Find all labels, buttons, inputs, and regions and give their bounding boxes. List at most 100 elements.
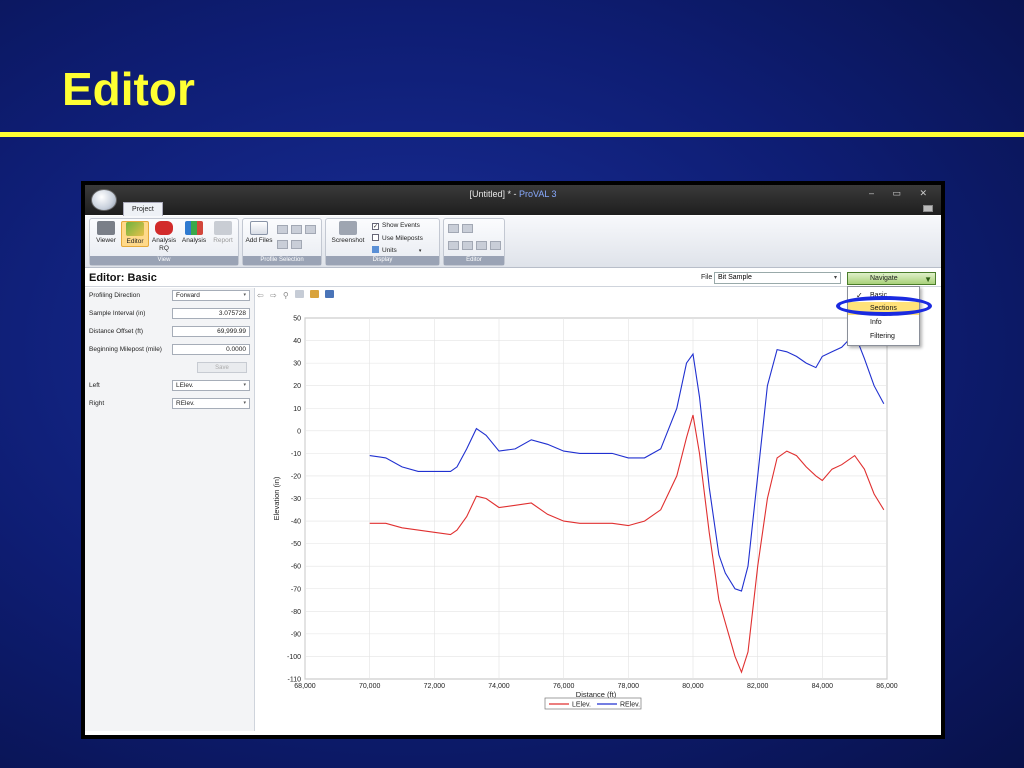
sample-interval-row: Sample Interval (in) 3.075728 [89,308,251,319]
file-select[interactable]: Bit Sample ▾ [714,272,841,284]
slide-title: Editor [62,63,195,115]
y-tick-label: -30 [291,496,301,503]
screenshot-button[interactable]: Screenshot [330,221,366,245]
menu-item-filtering-label: Filtering [870,333,895,340]
ruler-icon [372,246,379,253]
menu-item-info[interactable]: Info [848,316,919,329]
align-center-icon[interactable] [291,225,302,234]
legend-label: RElev. [620,702,640,709]
report-icon [214,221,232,235]
editor-tool-4-icon[interactable] [462,241,473,250]
right-channel-row: Right RElev. ▾ [89,398,251,409]
window-title-prefix: [Untitled] * - [469,189,519,199]
save-button[interactable]: Save [197,362,247,373]
y-tick-label: 50 [293,316,301,323]
editor-header: Editor: Basic File Bit Sample ▾ Navigate… [85,269,941,287]
x-tick-label: 84,000 [812,683,834,690]
editor-tool-1-icon[interactable] [448,224,459,233]
sample-interval-input[interactable]: 3.075728 [172,308,250,319]
app-screenshot-frame: [Untitled] * - ProVAL 3 – ▭ ✕ Project Vi… [81,181,945,739]
proval-window: [Untitled] * - ProVAL 3 – ▭ ✕ Project Vi… [85,185,941,735]
y-tick-label: 10 [293,406,301,413]
use-mileposts-label: Use Mileposts [382,235,423,242]
x-tick-label: 68,000 [294,683,316,690]
navigate-dropdown[interactable]: Navigate ▼ [847,272,936,285]
elevation-chart[interactable]: 50 40 30 20 10 0 -10 -20 -30 -40 -50 -60 -70 -80 -90 -1… [255,288,935,731]
right-channel-select[interactable]: RElev. ▾ [172,398,250,409]
y-axis-label: Elevation (in) [272,476,281,520]
screenshot-label: Screenshot [331,237,365,244]
viewer-button[interactable]: Viewer [92,221,120,245]
y-tick-label: -10 [291,451,301,458]
editor-tool-5-icon[interactable] [476,241,487,250]
right-channel-chevron-icon: ▾ [243,400,246,406]
analysis-rq-button[interactable]: Analysis RQ [150,221,178,253]
left-channel-chevron-icon: ▾ [243,382,246,388]
y-tick-label: -100 [287,654,301,661]
editor-tool-6-icon[interactable] [490,241,501,250]
use-mileposts-checkbox[interactable]: Use Mileposts [372,234,423,242]
x-tick-label: 70,000 [359,683,381,690]
x-tick-label: 82,000 [747,683,769,690]
profiling-direction-select[interactable]: Forward ▾ [172,290,250,301]
menu-item-filtering[interactable]: Filtering [848,330,919,343]
x-tick-label: 80,000 [682,683,704,690]
distance-offset-input[interactable]: 69,999.99 [172,326,250,337]
window-titlebar: [Untitled] * - ProVAL 3 – ▭ ✕ Project [85,185,941,216]
eraser-icon[interactable] [291,240,302,249]
y-tick-label: 40 [293,338,301,345]
beginning-milepost-row: Beginning Milepost (mile) 0.0000 [89,344,251,355]
units-dropdown[interactable]: Units ▾ [372,246,421,254]
plot-area: ⇦ ⇨ ⚲ 50 40 30 20 10 0 -10 -20 -30 -40 -50 -60 -70 -8… [255,288,935,731]
profile-selection-group-label: Profile Selection [243,256,321,265]
file-select-value: Bit Sample [718,274,752,281]
window-controls[interactable]: – ▭ ✕ [869,188,935,199]
analysis-label: Analysis [181,237,207,244]
x-tick-label: 72,000 [424,683,446,690]
right-channel-value: RElev. [176,400,195,407]
window-app-name: ProVAL 3 [519,189,557,199]
ribbon-minimize-icon[interactable] [923,205,933,212]
car-gray-icon [97,221,115,235]
distance-offset-label: Distance Offset (ft) [89,328,144,335]
profiling-direction-value: Forward [176,292,200,299]
select-box-icon[interactable] [277,240,288,249]
show-events-label: Show Events [382,222,420,229]
editor-button[interactable]: Editor [121,221,149,247]
editor-tool-3-icon[interactable] [448,241,459,250]
ribbon-group-editor: Editor [443,218,505,266]
align-right-icon[interactable] [305,225,316,234]
menu-item-info-label: Info [870,319,882,326]
analysis-button[interactable]: Analysis [180,221,208,245]
profiling-direction-chevron-icon: ▾ [243,292,246,298]
add-file-icon [250,221,268,235]
ribbon-group-display: Screenshot ✓ Show Events Use Mileposts Un… [325,218,440,266]
left-channel-label: Left [89,382,100,389]
x-tick-label: 78,000 [618,683,640,690]
add-files-label: Add Files [245,237,273,244]
ribbon-group-profile-selection: Add Files Profile Selection [242,218,322,266]
editor-title: Editor: Basic [89,272,157,284]
align-left-icon[interactable] [277,225,288,234]
display-group-label: Display [326,256,439,265]
y-tick-label: 20 [293,383,301,390]
y-tick-label: 30 [293,361,301,368]
show-events-checkbox[interactable]: ✓ Show Events [372,222,420,230]
x-tick-label: 86,000 [876,683,898,690]
beginning-milepost-label: Beginning Milepost (mile) [89,346,162,353]
navigate-menu: ✓ Basic Sections Info Filtering [847,286,920,346]
report-button[interactable]: Report [209,221,237,245]
title-underline [0,132,1024,137]
y-tick-label: -70 [291,586,301,593]
left-channel-select[interactable]: LElev. ▾ [172,380,250,391]
profiling-direction-label: Profiling Direction [89,292,140,299]
analysis-rq-label: Analysis RQ [151,237,177,252]
beginning-milepost-input[interactable]: 0.0000 [172,344,250,355]
editor-group-label: Editor [444,256,504,265]
tab-project[interactable]: Project [123,202,163,216]
editor-label: Editor [126,238,144,245]
y-tick-label: 0 [297,428,301,435]
file-chevron-icon: ▾ [833,275,837,281]
add-files-button[interactable]: Add Files [245,221,273,245]
editor-tool-2-icon[interactable] [462,224,473,233]
